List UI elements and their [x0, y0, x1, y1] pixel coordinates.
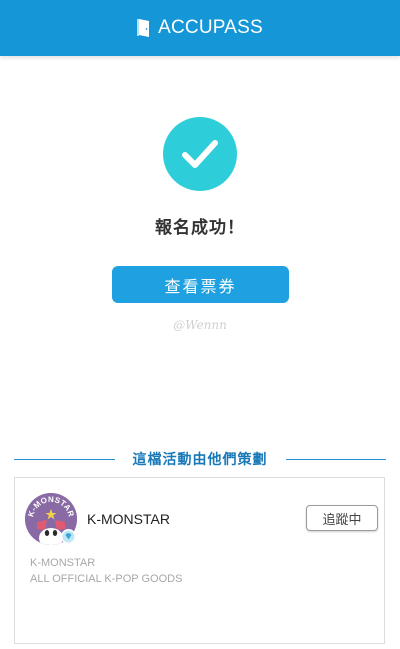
organizer-card[interactable]: K-MONSTAR K-MONSTAR 追蹤中 K-MONSTAR ALL OF… — [14, 477, 385, 644]
watermark: @Wennn — [173, 318, 227, 332]
divider-right — [285, 458, 386, 460]
organizer-description-line: K-MONSTAR — [30, 557, 96, 569]
check-circle-icon — [163, 117, 237, 191]
divider-left — [14, 458, 115, 460]
view-tickets-button[interactable]: 查看票券 — [112, 266, 289, 303]
registration-success-message: 報名成功！ — [155, 218, 245, 238]
organizer-name[interactable]: K-MONSTAR — [87, 511, 170, 527]
brand-logo[interactable]: ACCUPASS — [137, 17, 263, 39]
organizer-section-title: 這檔活動由他們策劃 — [132, 452, 268, 468]
door-logo-icon — [137, 19, 150, 37]
app-header: ACCUPASS — [0, 0, 400, 56]
checkmark-icon — [182, 140, 218, 168]
organizer-description-line: ALL OFFICIAL K-POP GOODS — [30, 573, 183, 585]
organizer-description: K-MONSTAR ALL OFFICIAL K-POP GOODS — [30, 555, 182, 587]
verified-badge-icon — [61, 529, 76, 544]
brand-name: ACCUPASS — [158, 17, 263, 38]
diamond-icon — [62, 530, 75, 543]
organizer-section-heading: 這檔活動由他們策劃 — [14, 449, 386, 469]
following-button[interactable]: 追蹤中 — [306, 505, 378, 531]
